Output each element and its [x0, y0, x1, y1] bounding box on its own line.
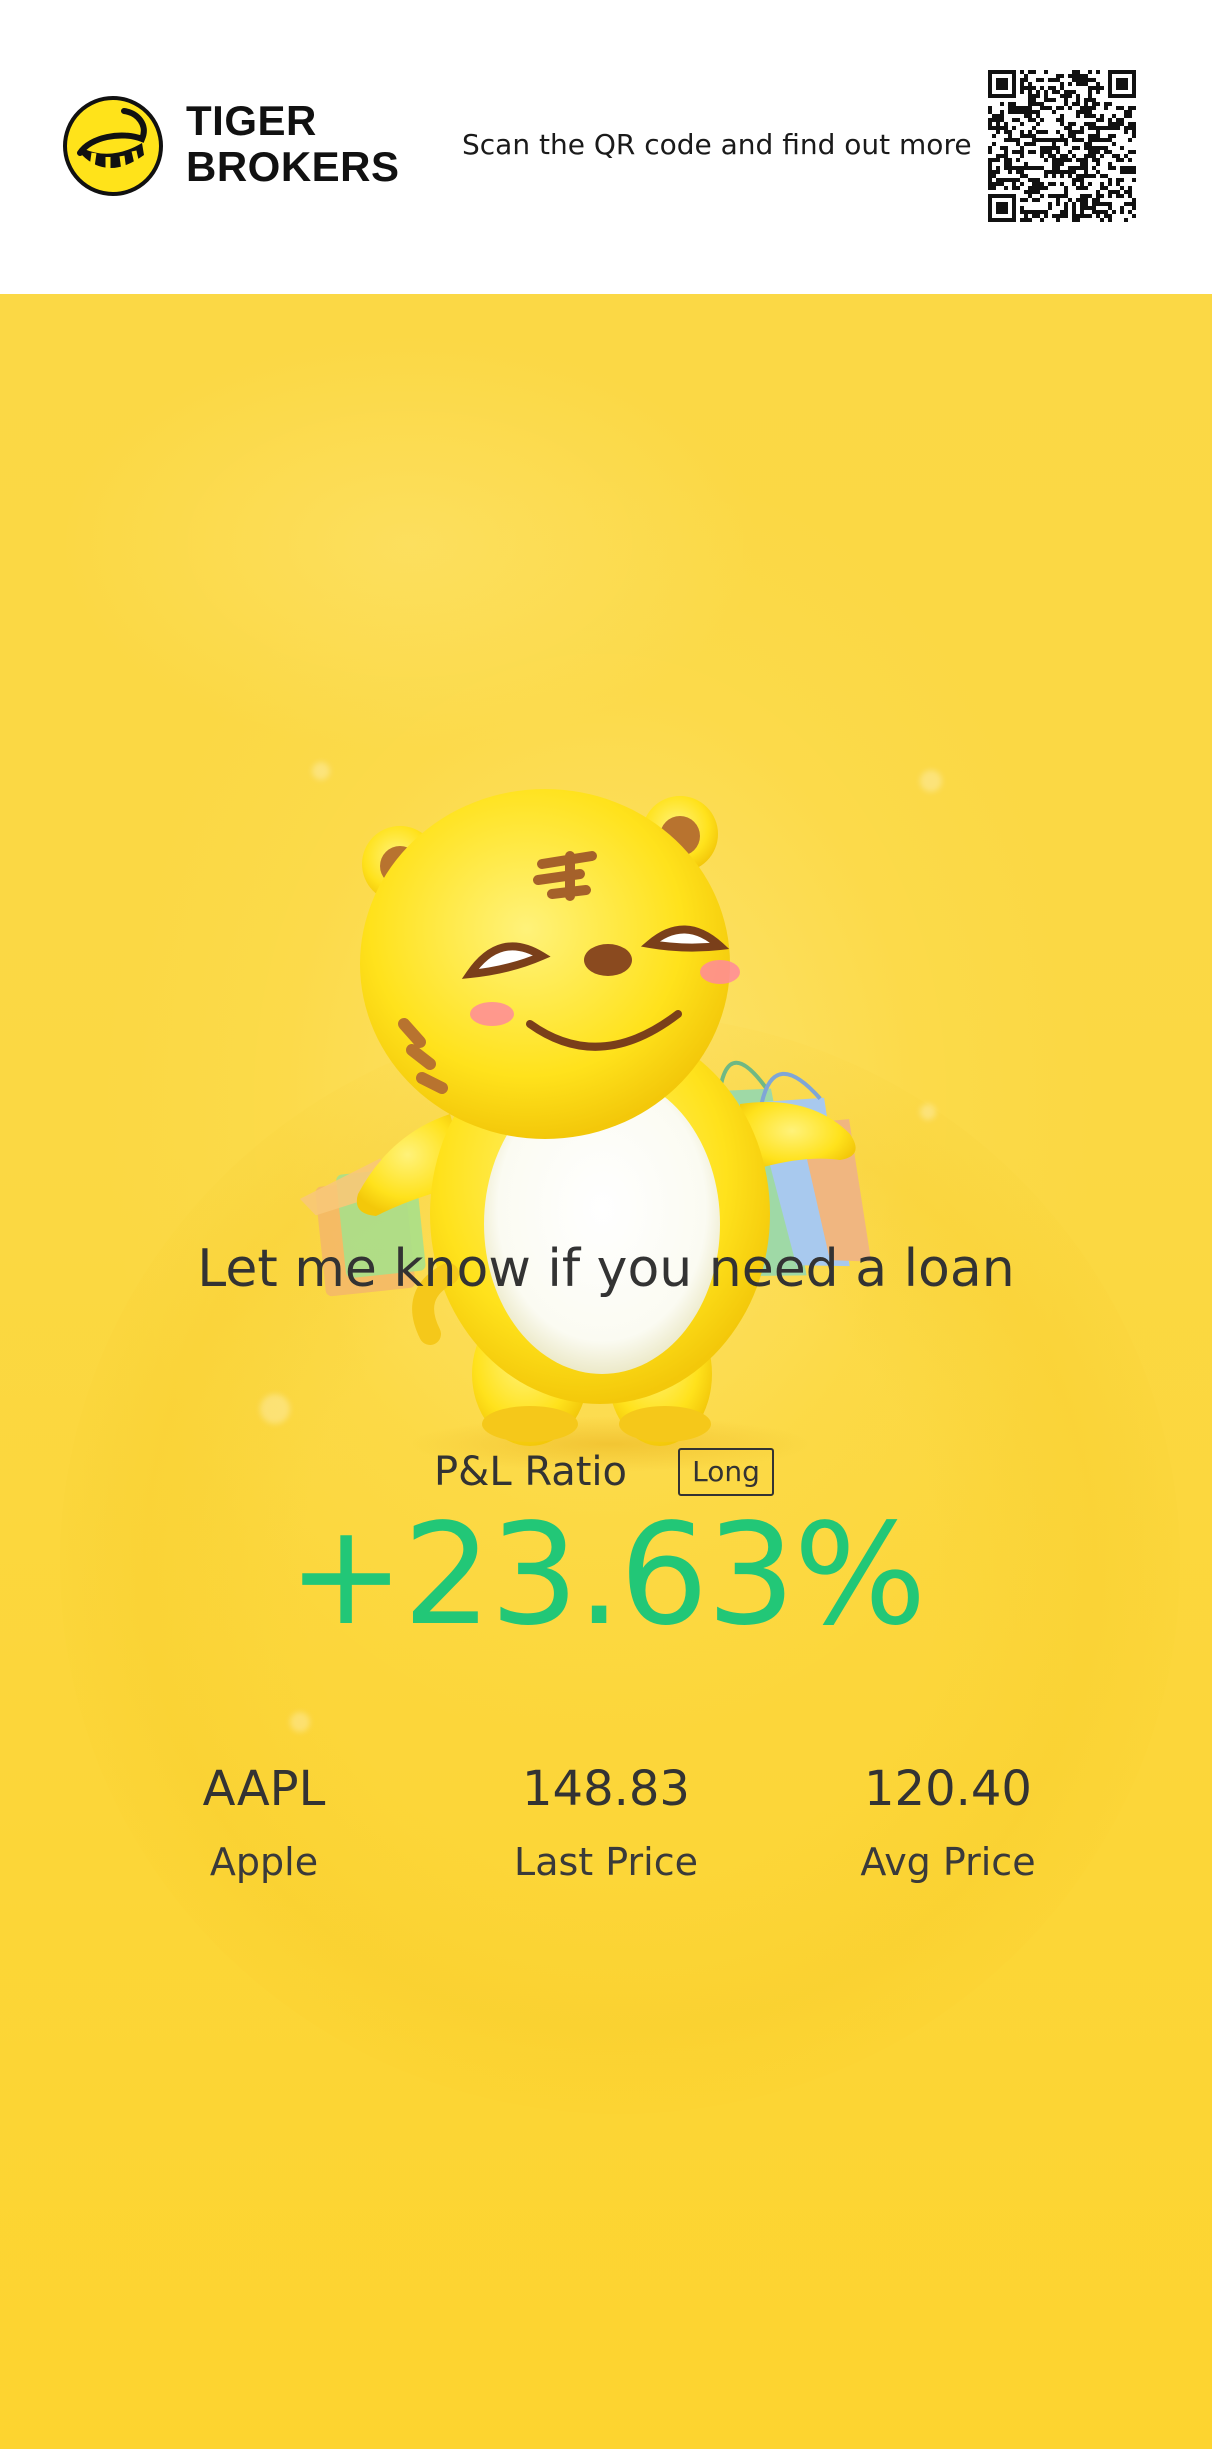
- stat-avg-price: 120.40 Avg Price: [778, 1759, 1118, 1887]
- qr-modules: [988, 70, 1136, 222]
- stat-value: 148.83: [522, 1761, 690, 1817]
- stock-stats: AAPL Apple 148.83 Last Price 120.40 Avg …: [0, 1759, 1212, 1899]
- pnl-label: P&L Ratio: [434, 1449, 628, 1495]
- stat-caption: Last Price: [514, 1840, 698, 1884]
- qr-code-icon[interactable]: [988, 70, 1136, 222]
- stat-caption: Apple: [209, 1840, 319, 1884]
- pnl-value: +23.63%: [287, 1494, 926, 1657]
- share-card: Let me know if you need a loan P&L Ratio…: [0, 294, 1212, 2449]
- stat-value: AAPL: [202, 1761, 326, 1817]
- brand-line-2: BROKERS: [186, 143, 400, 190]
- tiger-mascot-illustration: [280, 494, 920, 1484]
- stat-symbol: AAPL Apple: [94, 1759, 434, 1887]
- share-header: TIGER BROKERS Scan the QR code and find …: [0, 0, 1212, 294]
- sparkle: [290, 1712, 310, 1732]
- stat-last-price: 148.83 Last Price: [436, 1759, 776, 1887]
- stat-value: 120.40: [864, 1761, 1032, 1817]
- sparkle: [920, 770, 942, 792]
- tagline: Let me know if you need a loan: [197, 1239, 1015, 1299]
- tiger-logo-icon: [62, 95, 164, 197]
- sparkle: [920, 1104, 936, 1120]
- brand-line-1: TIGER: [186, 97, 317, 144]
- stat-caption: Avg Price: [860, 1840, 1036, 1884]
- position-badge: Long: [678, 1448, 774, 1496]
- scan-prompt: Scan the QR code and find out more: [462, 128, 972, 161]
- brand-name: TIGER BROKERS: [186, 98, 400, 190]
